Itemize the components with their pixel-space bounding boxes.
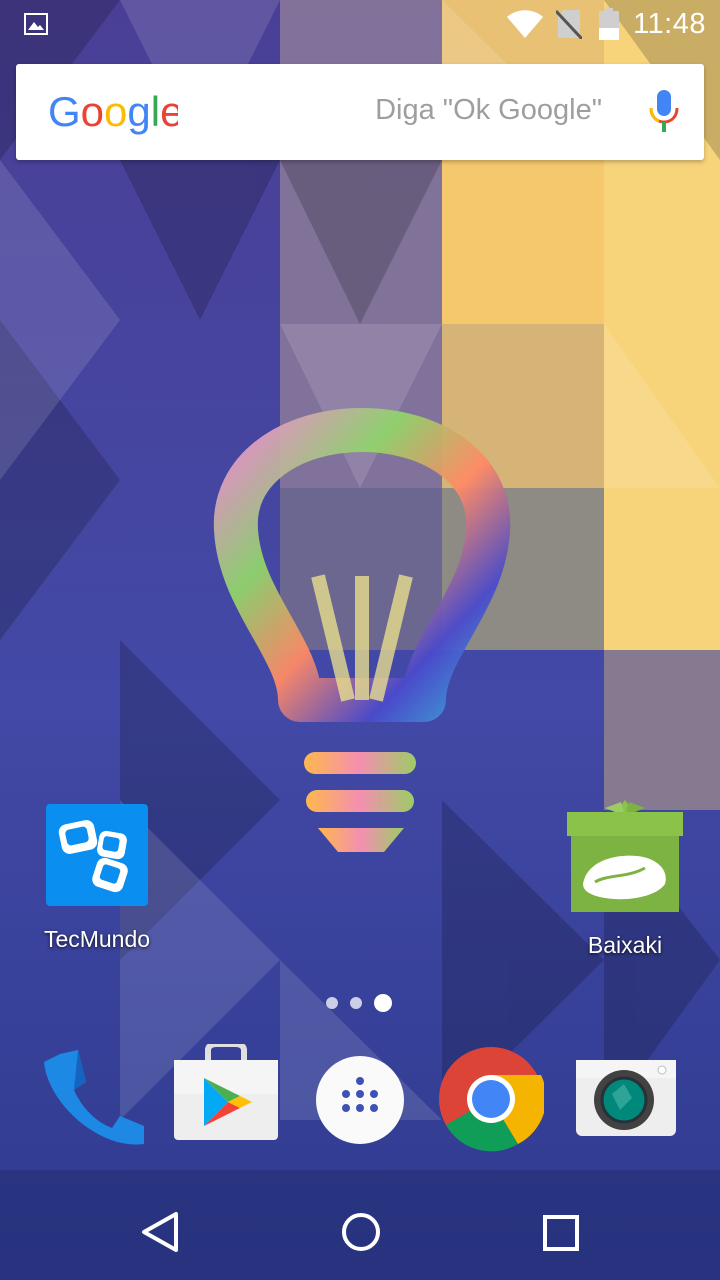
page-dot-active[interactable]	[374, 994, 392, 1012]
dock-camera[interactable]	[574, 1054, 678, 1143]
dock-phone[interactable]	[40, 1044, 148, 1157]
clock: 11:48	[633, 8, 706, 40]
app-label: TecMundo	[43, 926, 151, 952]
dock-app-drawer[interactable]	[314, 1054, 406, 1151]
app-tecmundo[interactable]: TecMundo	[30, 802, 164, 953]
search-hint: Diga "Ok Google"	[375, 94, 602, 126]
no-sim-icon	[554, 9, 584, 44]
home-icon[interactable]	[340, 1210, 382, 1259]
tecmundo-icon	[44, 802, 150, 908]
image-notification-icon[interactable]	[24, 13, 48, 40]
microphone-icon[interactable]	[646, 88, 682, 139]
chrome-icon	[438, 1047, 547, 1156]
dock-play-store[interactable]	[172, 1041, 280, 1147]
dock-chrome[interactable]	[438, 1046, 547, 1157]
page-dot[interactable]	[326, 997, 338, 1009]
wifi-icon	[506, 9, 544, 44]
back-icon[interactable]	[140, 1210, 180, 1259]
camera-icon	[574, 1060, 678, 1142]
app-baixaki[interactable]: Baixaki	[556, 798, 694, 959]
app-label: Baixaki	[587, 932, 663, 958]
status-bar: 11:48	[0, 0, 720, 48]
play-store-icon	[172, 1041, 280, 1146]
page-indicator	[326, 994, 392, 1012]
google-logo: Google	[48, 88, 183, 141]
baixaki-icon	[565, 798, 685, 914]
recents-icon[interactable]	[542, 1210, 580, 1259]
google-search-bar[interactable]: Google Diga "Ok Google"	[16, 64, 704, 160]
app-drawer-icon	[314, 1056, 406, 1150]
svg-text:Google: Google	[48, 88, 178, 135]
navigation-bar	[0, 1184, 720, 1280]
page-dot[interactable]	[350, 997, 362, 1009]
phone-icon	[40, 1050, 148, 1156]
battery-icon	[598, 8, 620, 45]
